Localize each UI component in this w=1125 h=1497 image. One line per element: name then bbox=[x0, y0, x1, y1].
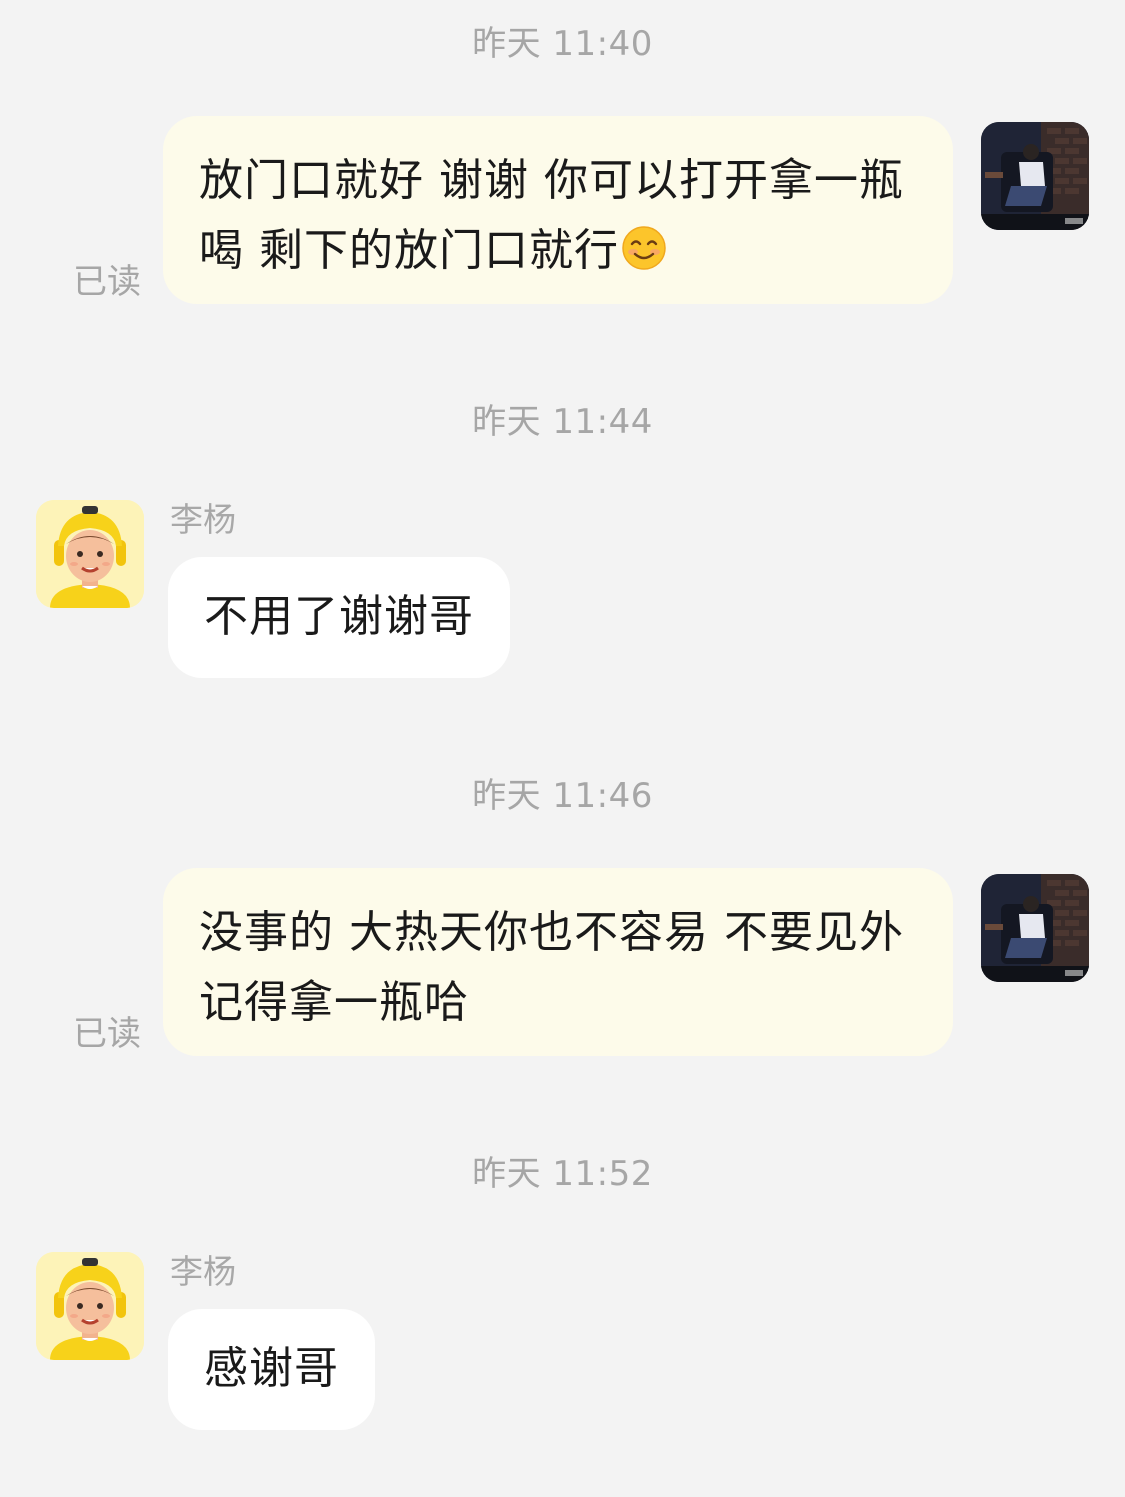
message-text: 感谢哥 bbox=[204, 1343, 339, 1394]
message-text: 不用了谢谢哥 bbox=[204, 591, 474, 642]
received-message-bubble[interactable]: 不用了谢谢哥 bbox=[168, 557, 510, 678]
sender-name: 李杨 bbox=[170, 1252, 236, 1291]
read-status: 已读 bbox=[73, 262, 141, 302]
read-status: 已读 bbox=[73, 1014, 141, 1054]
contact-avatar[interactable] bbox=[36, 1252, 144, 1360]
smiling-face-icon bbox=[621, 222, 667, 270]
sender-name: 李杨 bbox=[170, 500, 236, 539]
message-timestamp: 昨天 11:44 bbox=[472, 402, 653, 442]
message-text: 没事的 大热天你也不容易 不要见外 记得拿一瓶哈 bbox=[199, 907, 904, 1028]
message-timestamp: 昨天 11:52 bbox=[472, 1154, 653, 1194]
received-message-bubble[interactable]: 感谢哥 bbox=[168, 1309, 375, 1430]
sent-message-bubble[interactable]: 没事的 大热天你也不容易 不要见外 记得拿一瓶哈 bbox=[163, 868, 953, 1056]
my-avatar[interactable] bbox=[981, 874, 1089, 982]
message-text: 放门口就好 谢谢 你可以打开拿一瓶喝 剩下的放门口就行 bbox=[199, 155, 904, 276]
my-avatar[interactable] bbox=[981, 122, 1089, 230]
contact-avatar[interactable] bbox=[36, 500, 144, 608]
message-timestamp: 昨天 11:40 bbox=[472, 24, 653, 64]
message-timestamp: 昨天 11:46 bbox=[472, 776, 653, 816]
sent-message-bubble[interactable]: 放门口就好 谢谢 你可以打开拿一瓶喝 剩下的放门口就行 bbox=[163, 116, 953, 304]
